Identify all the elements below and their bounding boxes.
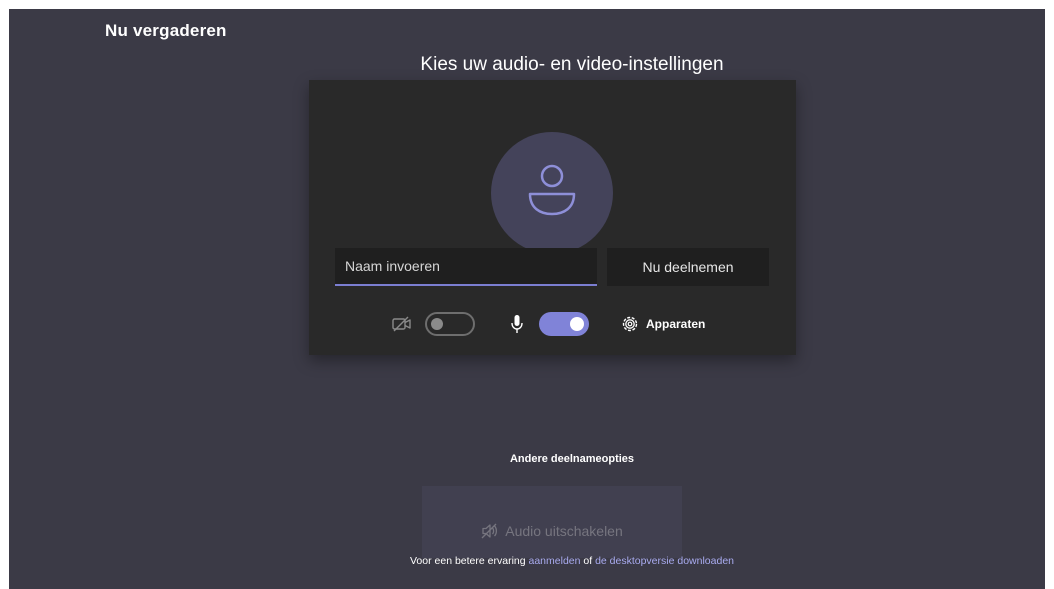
avatar (491, 132, 613, 254)
audio-off-button[interactable]: Audio uitschakelen (422, 486, 682, 558)
microphone-toggle[interactable] (539, 312, 589, 336)
settings-heading: Kies uw audio- en video-instellingen (420, 54, 724, 75)
meeting-prejoin-screen: Nu vergaderen Kies uw audio- en video-in… (9, 9, 1045, 589)
join-now-button[interactable]: Nu deelnemen (607, 248, 769, 286)
video-off-icon (392, 316, 412, 337)
gear-icon[interactable] (620, 314, 640, 339)
video-preview-card: Nu deelnemen (309, 80, 796, 355)
speaker-off-icon (481, 523, 498, 538)
footer-hint: Voor een betere ervaring aanmelden of de… (9, 555, 1045, 567)
audio-off-label: Audio uitschakelen (505, 522, 623, 539)
person-icon (528, 164, 576, 216)
devices-button[interactable]: Apparaten (646, 317, 705, 331)
device-controls: Apparaten (309, 312, 796, 338)
microphone-toggle-knob (570, 317, 584, 331)
desktop-download-link[interactable]: de desktopversie downloaden (595, 555, 734, 567)
footer-prefix: Voor een betere ervaring (410, 555, 529, 567)
video-toggle[interactable] (425, 312, 475, 336)
app-title: Nu vergaderen (105, 21, 227, 40)
other-join-options-heading: Andere deelnameopties (509, 453, 635, 465)
microphone-icon (510, 314, 524, 339)
sign-in-link[interactable]: aanmelden (529, 555, 581, 567)
footer-middle: of (580, 555, 596, 567)
name-input[interactable] (335, 248, 597, 286)
video-toggle-knob (431, 318, 443, 330)
